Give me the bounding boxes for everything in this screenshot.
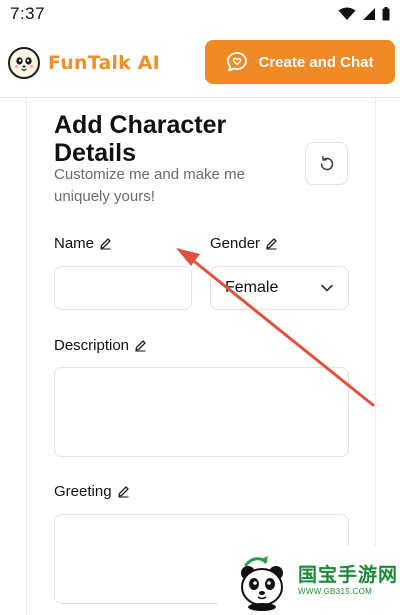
description-label: Description <box>54 337 130 354</box>
name-input[interactable] <box>54 266 192 310</box>
panda-logo-icon <box>241 555 283 611</box>
gender-select[interactable]: Female <box>210 266 349 310</box>
chevron-down-icon <box>321 284 333 292</box>
watermark-url: WWW.GB315.COM <box>298 586 373 596</box>
description-label-row: Description <box>54 337 147 354</box>
gender-label: Gender <box>210 235 261 252</box>
status-icons <box>338 7 390 21</box>
pencil-icon <box>100 238 111 250</box>
greeting-label: Greeting <box>54 483 112 500</box>
watermark: 国宝手游网 WWW.GB315.COM <box>218 546 400 615</box>
brand-name: FunTalk AI <box>48 52 160 74</box>
page-title: Add Character Details <box>54 111 227 167</box>
signal-icon <box>363 8 375 20</box>
status-time: 7:37 <box>10 4 46 23</box>
pencil-icon <box>266 238 277 250</box>
name-label: Name <box>54 235 95 252</box>
create-and-chat-button[interactable]: Create and Chat <box>205 40 395 84</box>
pencil-icon <box>135 340 146 352</box>
refresh-icon <box>320 155 333 170</box>
page-subtitle: Customize me and make me uniquely yours! <box>54 166 245 205</box>
watermark-name: 国宝手游网 <box>298 564 399 586</box>
reset-button[interactable] <box>305 142 348 185</box>
app-header: FunTalk AI Create and Chat <box>0 28 400 98</box>
status-bar: 7:37 <box>0 0 400 28</box>
battery-icon <box>382 7 390 21</box>
create-and-chat-label: Create and Chat <box>258 53 374 71</box>
pencil-icon <box>117 486 129 498</box>
greeting-label-row: Greeting <box>54 483 130 500</box>
watermark-text: 国宝手游网 WWW.GB315.COM <box>298 566 398 596</box>
brand-logo[interactable]: FunTalk AI <box>8 47 160 79</box>
gender-label-row: Gender <box>210 235 278 252</box>
wifi-icon <box>338 7 356 20</box>
gender-selected-value: Female <box>225 279 279 296</box>
panda-face-icon <box>8 47 40 79</box>
description-textarea[interactable] <box>54 367 349 457</box>
name-label-row: Name <box>54 235 112 252</box>
chat-heart-icon <box>227 52 248 72</box>
